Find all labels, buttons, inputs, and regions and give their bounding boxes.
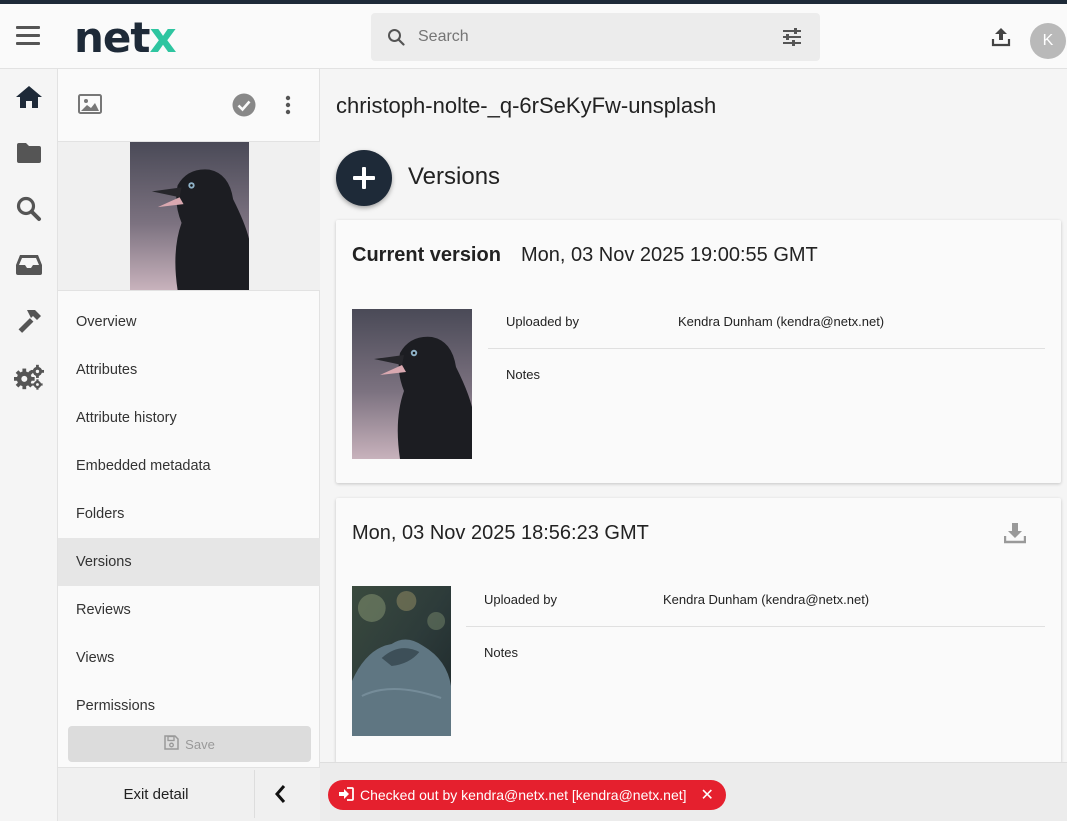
uploaded-by-label: Uploaded by [506,314,579,329]
asset-thumbnail-area [58,142,320,291]
checked-out-chip: Checked out by kendra@netx.net [kendra@n… [328,780,726,810]
detail-nav: Overview Attributes Attribute history Em… [58,298,320,730]
upload-icon[interactable] [990,26,1012,53]
previous-version-card: Mon, 03 Nov 2025 18:56:23 GMT Uploaded b… [336,498,1061,763]
left-rail [0,69,58,821]
netx-logo[interactable]: netx [74,16,177,60]
asset-detail-panel: Overview Attributes Attribute history Em… [58,69,320,821]
asset-title: christoph-nolte-_q-6rSeKyFw-unsplash [336,93,717,118]
exit-row: Exit detail [58,767,320,821]
nav-item-attribute-history[interactable]: Attribute history [58,394,320,442]
checked-out-text: Checked out by kendra@netx.net [kendra@n… [360,787,687,803]
add-version-button[interactable] [336,150,392,206]
hammer-icon[interactable] [14,306,44,336]
notes-label: Notes [484,645,518,660]
search-bar [371,13,820,61]
top-bar: netx K [0,4,1067,69]
nav-item-folders[interactable]: Folders [58,490,320,538]
nav-item-versions[interactable]: Versions [58,538,320,586]
check-circle-icon[interactable] [232,93,256,122]
nav-item-views[interactable]: Views [58,634,320,682]
uploaded-by-label: Uploaded by [484,592,557,607]
nav-item-attributes[interactable]: Attributes [58,346,320,394]
main-content: christoph-nolte-_q-6rSeKyFw-unsplash Ver… [320,69,1067,821]
nav-item-reviews[interactable]: Reviews [58,586,320,634]
save-button[interactable]: Save [68,726,311,762]
version-thumbnail[interactable] [352,309,472,459]
panel-header [58,69,320,142]
notes-label: Notes [506,367,540,382]
nav-item-embedded-metadata[interactable]: Embedded metadata [58,442,320,490]
menu-icon[interactable] [16,26,40,46]
current-version-label: Current version [352,244,501,266]
save-label: Save [185,736,215,752]
version-title: Current version Mon, 03 Nov 2025 19:00:55… [352,244,818,267]
sign-in-icon [338,786,354,804]
chevron-left-icon[interactable] [274,784,286,809]
user-avatar[interactable]: K [1030,23,1066,59]
version-metadata: Uploaded by Kendra Dunham (kendra@netx.n… [466,574,1045,680]
search-input[interactable] [418,13,758,61]
version-metadata: Uploaded by Kendra Dunham (kendra@netx.n… [488,296,1045,402]
inbox-icon[interactable] [14,250,44,280]
folder-icon[interactable] [14,138,44,168]
versions-heading: Versions [408,163,501,190]
home-icon[interactable] [14,82,44,112]
search-icon [387,28,405,51]
save-icon [164,735,179,753]
checkout-footer: Checked out by kendra@netx.net [kendra@n… [320,762,1067,821]
uploaded-by-value: Kendra Dunham (kendra@netx.net) [663,592,870,607]
download-icon[interactable] [1003,522,1027,549]
filter-settings-icon[interactable] [782,27,802,52]
uploaded-by-value: Kendra Dunham (kendra@netx.net) [678,314,885,329]
close-icon[interactable]: ✕ [701,785,714,805]
version-thumbnail[interactable] [352,586,451,736]
nav-item-permissions[interactable]: Permissions [58,682,320,730]
version-date: Mon, 03 Nov 2025 19:00:55 GMT [520,244,818,266]
asset-thumbnail[interactable] [130,142,249,290]
image-icon [78,94,102,119]
more-vertical-icon[interactable] [280,93,296,122]
search-icon[interactable] [14,194,44,224]
nav-item-overview[interactable]: Overview [58,298,320,346]
divider [254,770,255,818]
current-version-card: Current version Mon, 03 Nov 2025 19:00:55… [336,220,1061,483]
settings-icon[interactable] [14,362,44,392]
exit-detail-button[interactable]: Exit detail [58,768,254,821]
version-date: Mon, 03 Nov 2025 18:56:23 GMT [352,522,649,544]
